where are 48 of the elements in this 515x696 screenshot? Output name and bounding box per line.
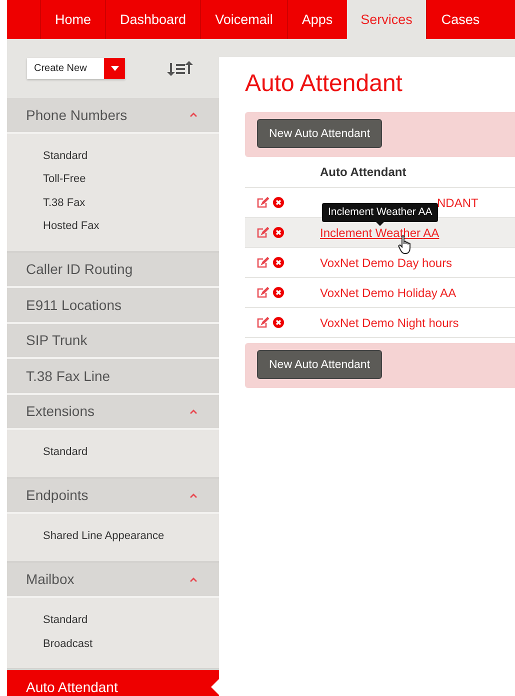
chevron-up-icon bbox=[190, 408, 197, 414]
nav-tab[interactable]: Home bbox=[40, 0, 106, 39]
attendant-link[interactable]: VoxNet Demo Day hours bbox=[320, 256, 452, 270]
edit-icon[interactable] bbox=[257, 287, 269, 298]
tooltip: Inclement Weather AA bbox=[322, 203, 438, 226]
sidebar-subitem[interactable]: Shared Line Appearance bbox=[43, 525, 219, 548]
sidebar-item[interactable]: SIP Trunk bbox=[7, 324, 219, 359]
sidebar-item[interactable]: Mailbox bbox=[7, 562, 219, 598]
delete-icon[interactable] bbox=[273, 287, 284, 298]
nav-tab[interactable]: Cases bbox=[426, 0, 494, 39]
attendant-link[interactable]: Inclement Weather AA bbox=[320, 226, 440, 240]
page-title: Auto Attendant bbox=[245, 69, 404, 99]
delete-icon[interactable] bbox=[273, 197, 284, 208]
edit-icon[interactable] bbox=[257, 257, 269, 268]
caret-icon bbox=[110, 66, 118, 71]
delete-icon[interactable] bbox=[273, 227, 284, 238]
nav-tab[interactable]: Services bbox=[346, 0, 426, 39]
new-auto-attendant-button[interactable]: New Auto Attendant bbox=[257, 119, 382, 148]
sidebar-subitem[interactable]: Broadcast bbox=[43, 632, 219, 656]
sidebar-item[interactable]: Phone Numbers bbox=[7, 98, 219, 134]
chevron-up-icon bbox=[190, 112, 197, 118]
nav-tab[interactable]: Dashboard bbox=[105, 0, 200, 39]
delete-icon[interactable] bbox=[273, 317, 284, 328]
sidebar-item[interactable]: Auto Attendant bbox=[7, 670, 219, 696]
delete-icon[interactable] bbox=[273, 257, 284, 268]
attendant-link[interactable]: VoxNet Demo Night hours bbox=[320, 316, 459, 330]
create-new-dropdown[interactable]: Create New bbox=[27, 58, 125, 79]
sidebar-item[interactable]: Endpoints bbox=[7, 478, 219, 514]
sidebar-subitem[interactable]: Hosted Fax bbox=[43, 215, 219, 238]
sidebar-item[interactable]: T.38 Fax Line bbox=[7, 359, 219, 394]
sidebar-item[interactable]: Caller ID Routing bbox=[7, 252, 219, 288]
new-auto-attendant-button[interactable]: New Auto Attendant bbox=[257, 350, 382, 379]
sidebar-subitem[interactable]: Standard bbox=[43, 144, 219, 168]
attendant-link[interactable]: VoxNet Demo Holiday AA bbox=[320, 286, 456, 300]
edit-icon[interactable] bbox=[257, 317, 269, 328]
chevron-up-icon bbox=[190, 492, 197, 498]
sidebar-subitem[interactable]: Standard bbox=[43, 441, 219, 464]
sidebar-item[interactable]: E911 Locations bbox=[7, 288, 219, 324]
sidebar-item[interactable]: Extensions bbox=[7, 394, 219, 430]
sort-icon[interactable] bbox=[167, 60, 193, 76]
column-header: Auto Attendant bbox=[320, 165, 406, 179]
sidebar-subitem[interactable]: Toll-Free bbox=[43, 168, 219, 192]
edit-icon[interactable] bbox=[257, 227, 269, 238]
sidebar-subitem[interactable]: T.38 Fax bbox=[43, 192, 219, 215]
nav-tab[interactable]: Voicemail bbox=[200, 0, 287, 39]
sidebar-subitem[interactable]: Standard bbox=[43, 609, 219, 632]
chevron-up-icon bbox=[190, 576, 197, 582]
edit-icon[interactable] bbox=[257, 197, 269, 208]
